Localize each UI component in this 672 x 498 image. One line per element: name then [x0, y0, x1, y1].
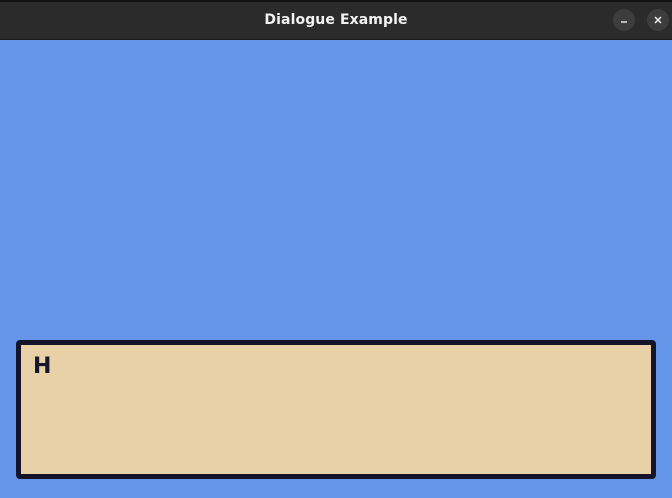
minimize-button[interactable]: [613, 9, 635, 31]
close-icon: [653, 15, 663, 25]
dialogue-text: H: [33, 354, 52, 379]
minimize-icon: [619, 15, 629, 25]
app-window: Dialogue Example H: [0, 0, 672, 498]
close-button[interactable]: [647, 9, 669, 31]
title-bar[interactable]: Dialogue Example: [0, 0, 672, 40]
game-canvas[interactable]: H: [0, 40, 672, 498]
window-title: Dialogue Example: [264, 12, 408, 28]
dialogue-box[interactable]: H: [16, 340, 656, 479]
